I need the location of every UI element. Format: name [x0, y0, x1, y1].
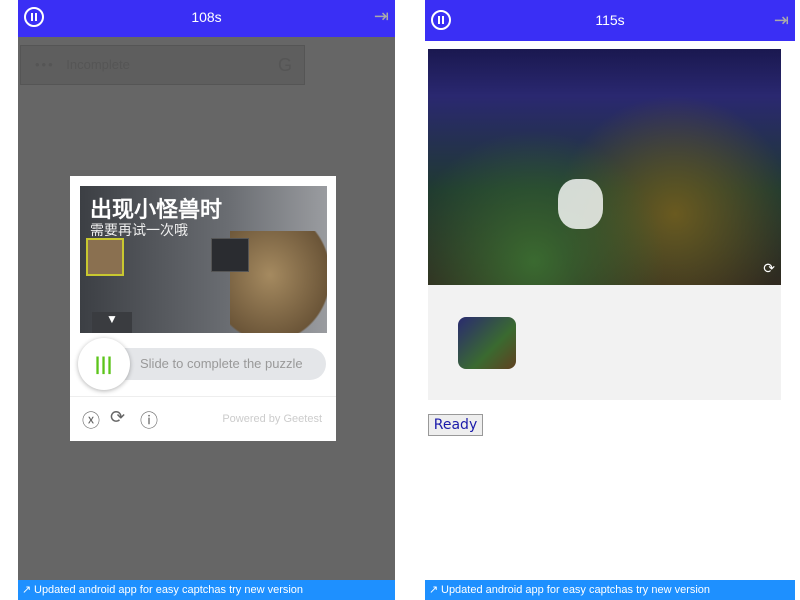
captcha-dialog: 出现小怪兽时 需要再试一次哦 ▼ ||| Slide to complete t… — [70, 176, 336, 441]
left-panel: 108s ⇥ ••• Incomplete G 出现小怪兽时 需要再试一次哦 ▼… — [18, 0, 395, 600]
update-banner[interactable]: ↗ Updated android app for easy captchas … — [425, 580, 795, 600]
captcha-footer: ⓧ ⟳ ⓘ Powered by Geetest — [70, 396, 336, 441]
pause-icon[interactable] — [24, 7, 44, 27]
banner-text: Updated android app for easy captchas tr… — [441, 584, 711, 596]
banner-text: Updated android app for easy captchas tr… — [34, 584, 304, 596]
dots-icon: ••• — [35, 57, 55, 72]
puzzle-hole — [211, 238, 249, 272]
geetest-logo-icon: G — [277, 55, 292, 75]
slider-knob[interactable]: ||| — [78, 338, 130, 390]
exit-icon[interactable]: ⇥ — [774, 10, 789, 30]
top-bar: 108s ⇥ — [18, 0, 395, 37]
info-icon[interactable]: ⓘ — [140, 407, 158, 433]
captcha-status-box[interactable]: ••• Incomplete G — [20, 45, 305, 85]
piece-area — [428, 285, 781, 400]
exit-icon[interactable]: ⇥ — [374, 6, 389, 26]
powered-by[interactable]: Powered by Geetest — [222, 413, 322, 425]
captcha-subtitle: 需要再试一次哦 — [90, 222, 188, 238]
timer: 108s — [191, 9, 222, 25]
status-text: Incomplete — [66, 57, 130, 72]
top-bar: 115s ⇥ — [425, 0, 795, 41]
slider-track[interactable]: ||| Slide to complete the puzzle — [78, 338, 326, 390]
close-icon[interactable]: ⓧ — [82, 407, 100, 433]
timer: 115s — [595, 12, 625, 28]
right-panel: 115s ⇥ ⟳ Ready ↗ Updated android app for… — [425, 0, 795, 600]
ready-button[interactable]: Ready — [428, 414, 483, 436]
puzzle-gap — [558, 179, 603, 229]
trend-icon: ↗ — [429, 584, 439, 596]
captcha-image: 出现小怪兽时 需要再试一次哦 ▼ — [80, 186, 327, 333]
puzzle-piece[interactable] — [458, 317, 516, 369]
pause-icon[interactable] — [431, 10, 451, 30]
arrow-down-icon[interactable]: ▼ — [92, 312, 132, 333]
refresh-icon[interactable]: ⟳ — [763, 260, 775, 277]
slider-text: Slide to complete the puzzle — [140, 356, 303, 371]
update-banner[interactable]: ↗ Updated android app for easy captchas … — [18, 580, 395, 600]
puzzle-piece[interactable] — [86, 238, 124, 276]
refresh-icon[interactable]: ⟳ — [110, 407, 125, 428]
trend-icon: ↗ — [22, 584, 32, 596]
captcha-city-image: ⟳ — [428, 49, 781, 285]
